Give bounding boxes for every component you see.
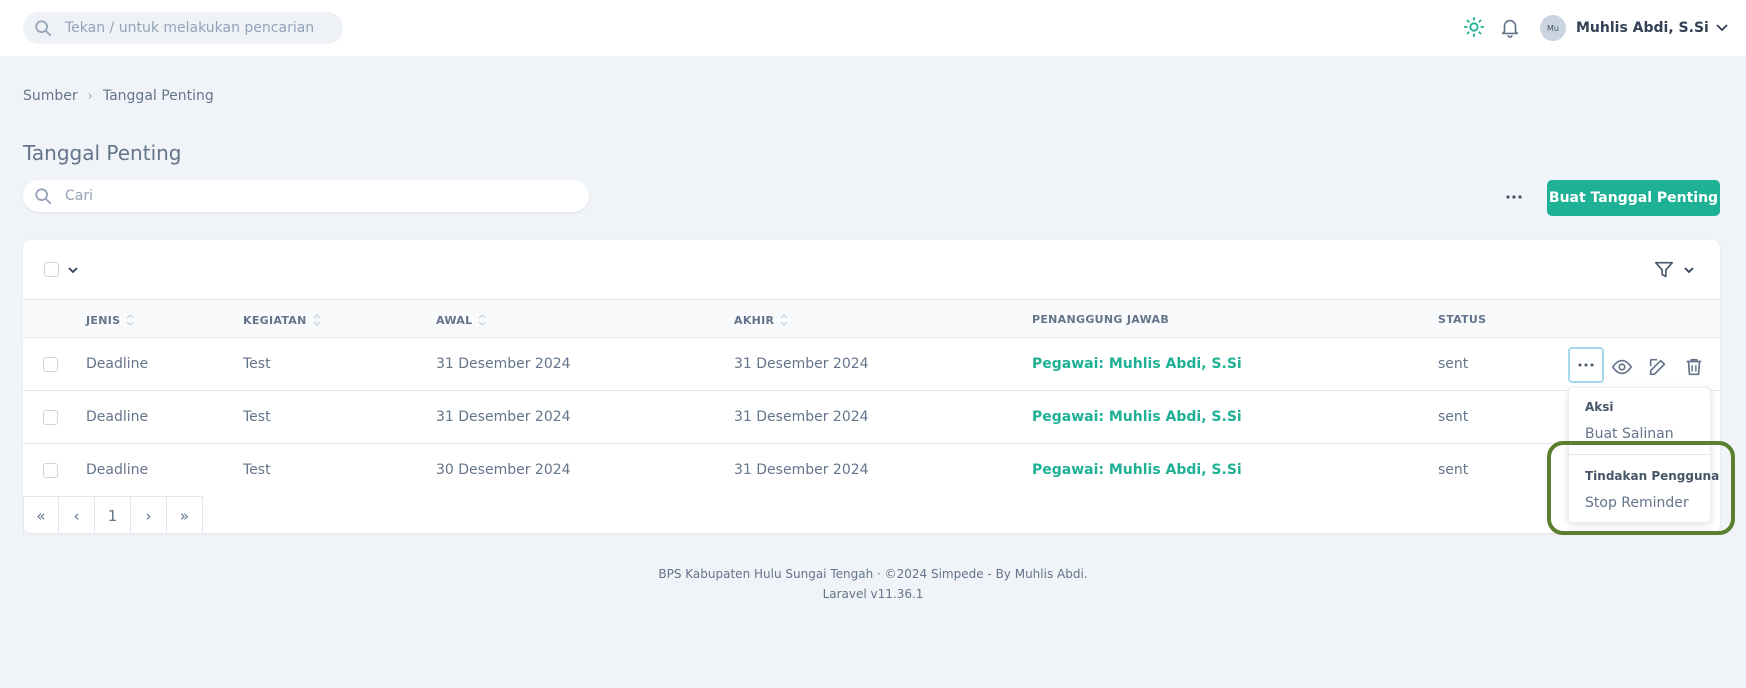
chevron-down-icon xyxy=(1716,24,1728,32)
search-icon xyxy=(35,188,52,205)
delete-button[interactable] xyxy=(1676,353,1712,381)
avatar-alt-text: Mu xyxy=(1547,23,1559,33)
row-checkbox[interactable] xyxy=(43,357,58,372)
ellipsis-icon xyxy=(1578,363,1594,367)
global-search-placeholder: Tekan / untuk melakukan pencarian xyxy=(65,20,315,36)
cell-akhir: 31 Desember 2024 xyxy=(734,356,869,372)
previous-page-button[interactable]: ‹ xyxy=(59,497,95,534)
page-number-button[interactable]: 1 xyxy=(95,497,131,534)
sort-icon xyxy=(780,314,788,326)
filter-icon[interactable] xyxy=(1653,259,1675,281)
view-button[interactable] xyxy=(1604,353,1640,381)
footer: BPS Kabupaten Hulu Sungai Tengah · ©2024… xyxy=(0,564,1746,604)
select-all-checkbox[interactable] xyxy=(44,262,59,277)
footer-credit: BPS Kabupaten Hulu Sungai Tengah · ©2024… xyxy=(658,567,1088,581)
next-page-button[interactable]: › xyxy=(131,497,167,534)
column-header-awal[interactable]: AWAL xyxy=(436,313,486,327)
edit-icon xyxy=(1649,358,1666,376)
eye-icon xyxy=(1611,359,1633,375)
row-checkbox[interactable] xyxy=(43,410,58,425)
pagination: « ‹ 1 › » xyxy=(23,496,203,534)
cell-status: sent xyxy=(1438,409,1469,425)
footer-version: Laravel v11.36.1 xyxy=(822,587,924,601)
column-header-jenis[interactable]: JENIS xyxy=(86,313,134,327)
search-input[interactable]: Cari xyxy=(23,180,589,212)
breadcrumb-separator-icon: › xyxy=(87,88,93,104)
ellipsis-icon xyxy=(1506,195,1522,199)
cell-awal: 31 Desember 2024 xyxy=(436,356,571,372)
edit-button[interactable] xyxy=(1640,353,1676,381)
row-more-actions-button[interactable] xyxy=(1568,347,1604,383)
first-page-button[interactable]: « xyxy=(23,497,59,534)
notification-bell-icon[interactable] xyxy=(1499,16,1521,42)
avatar: Mu xyxy=(1540,15,1566,41)
resource-table-card: JENIS KEGIATAN AWAL AKHIR PENANGGUNG JAW… xyxy=(23,240,1720,534)
user-name: Muhlis Abdi, S.Si xyxy=(1576,20,1709,36)
cell-jenis: Deadline xyxy=(86,462,149,478)
row-checkbox[interactable] xyxy=(43,463,58,478)
global-search-input[interactable]: Tekan / untuk melakukan pencarian xyxy=(23,12,343,44)
make-copy-menu-item[interactable]: Buat Salinan xyxy=(1585,426,1674,442)
cell-penanggung-jawab-link[interactable]: Pegawai: Muhlis Abdi, S.Si xyxy=(1032,356,1242,372)
trash-icon xyxy=(1686,358,1702,376)
sort-icon xyxy=(478,314,486,326)
column-header-penanggung-jawab: PENANGGUNG JAWAB xyxy=(1032,313,1170,326)
table-row: Deadline Test 30 Desember 2024 31 Desemb… xyxy=(23,444,1720,497)
sort-icon xyxy=(126,314,134,326)
highlight-outline xyxy=(1547,441,1735,535)
page-title: Tanggal Penting xyxy=(23,141,182,165)
more-options-button[interactable] xyxy=(1500,186,1528,208)
cell-kegiatan: Test xyxy=(243,356,271,372)
table-toolbar xyxy=(23,240,1720,300)
chevron-down-icon[interactable] xyxy=(67,264,79,276)
table-row: Deadline Test 31 Desember 2024 31 Desemb… xyxy=(23,391,1720,444)
breadcrumb: Sumber › Tanggal Penting xyxy=(23,88,214,104)
cell-kegiatan: Test xyxy=(243,409,271,425)
cell-awal: 30 Desember 2024 xyxy=(436,462,571,478)
last-page-button[interactable]: » xyxy=(167,497,203,534)
sort-icon xyxy=(313,314,321,326)
cell-kegiatan: Test xyxy=(243,462,271,478)
cell-penanggung-jawab-link[interactable]: Pegawai: Muhlis Abdi, S.Si xyxy=(1032,409,1242,425)
search-placeholder: Cari xyxy=(65,188,93,204)
breadcrumb-item-sumber[interactable]: Sumber xyxy=(23,88,78,104)
table-header: JENIS KEGIATAN AWAL AKHIR PENANGGUNG JAW… xyxy=(23,300,1720,338)
cell-status: sent xyxy=(1438,356,1469,372)
column-header-akhir[interactable]: AKHIR xyxy=(734,313,788,327)
search-icon xyxy=(35,20,52,37)
row-actions xyxy=(1568,347,1712,383)
table-row: Deadline Test 31 Desember 2024 31 Desemb… xyxy=(23,338,1720,391)
cell-jenis: Deadline xyxy=(86,409,149,425)
cell-awal: 31 Desember 2024 xyxy=(436,409,571,425)
breadcrumb-item-current[interactable]: Tanggal Penting xyxy=(103,88,214,104)
column-header-kegiatan[interactable]: KEGIATAN xyxy=(243,313,321,327)
cell-akhir: 31 Desember 2024 xyxy=(734,409,869,425)
cell-status: sent xyxy=(1438,462,1469,478)
top-bar: Tekan / untuk melakukan pencarian Mu Muh… xyxy=(0,0,1746,56)
column-header-status: STATUS xyxy=(1438,313,1487,326)
create-tanggal-penting-button[interactable]: Buat Tanggal Penting xyxy=(1547,180,1720,216)
user-menu[interactable]: Mu Muhlis Abdi, S.Si xyxy=(1540,12,1729,44)
chevron-down-icon[interactable] xyxy=(1683,264,1695,276)
cell-jenis: Deadline xyxy=(86,356,149,372)
cell-penanggung-jawab-link[interactable]: Pegawai: Muhlis Abdi, S.Si xyxy=(1032,462,1242,478)
dropdown-section-aksi: Aksi xyxy=(1585,400,1614,414)
cell-akhir: 31 Desember 2024 xyxy=(734,462,869,478)
theme-toggle-sun-icon[interactable] xyxy=(1463,16,1485,42)
